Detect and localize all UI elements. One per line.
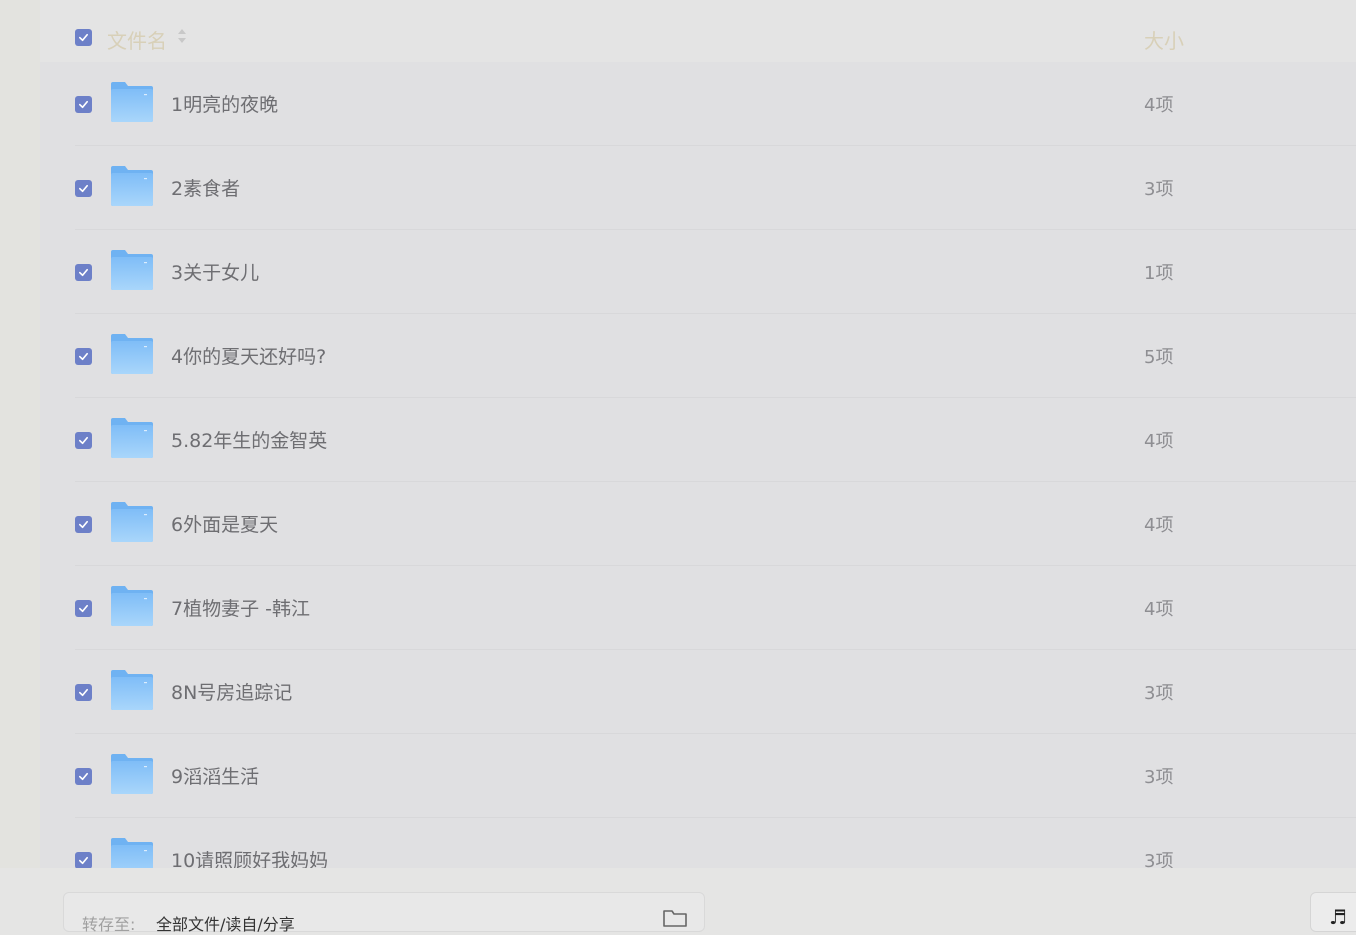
corner-action-button[interactable]: ♬ <box>1310 892 1356 932</box>
file-name[interactable]: 1明亮的夜晚 <box>171 90 278 117</box>
save-to-path[interactable]: 全部文件/读自/分享 <box>156 911 295 935</box>
file-size: 4项 <box>1144 515 1174 536</box>
folder-icon <box>111 334 153 374</box>
folder-outline-icon[interactable] <box>662 908 688 928</box>
row-checkbox[interactable] <box>75 516 92 533</box>
file-row[interactable]: 7植物妻子 -韩江 4项 <box>40 566 1356 650</box>
folder-icon <box>111 754 153 794</box>
file-row[interactable]: 10请照顾好我妈妈 3项 <box>40 818 1356 868</box>
file-row[interactable]: 5.82年生的金智英 4项 <box>40 398 1356 482</box>
check-icon <box>79 520 88 529</box>
folder-icon <box>111 502 153 542</box>
folder-icon <box>111 418 153 458</box>
column-header-name[interactable]: 文件名 <box>107 25 167 54</box>
file-row[interactable]: 8N号房追踪记 3项 <box>40 650 1356 734</box>
file-size: 1项 <box>1144 263 1174 284</box>
file-row[interactable]: 2素食者 3项 <box>40 146 1356 230</box>
check-icon <box>79 856 88 865</box>
row-checkbox[interactable] <box>75 684 92 701</box>
file-list-header: 文件名 大小 <box>40 0 1356 62</box>
folder-icon <box>111 838 153 868</box>
file-size: 5项 <box>1144 347 1174 368</box>
save-destination-bar[interactable]: 转存至: 全部文件/读自/分享 <box>63 892 705 935</box>
check-icon <box>79 688 88 697</box>
row-checkbox[interactable] <box>75 768 92 785</box>
file-name[interactable]: 9滔滔生活 <box>171 762 259 789</box>
row-checkbox[interactable] <box>75 852 92 868</box>
check-icon <box>79 604 88 613</box>
file-name[interactable]: 5.82年生的金智英 <box>171 426 327 453</box>
check-icon <box>79 33 88 42</box>
file-size: 3项 <box>1144 767 1174 788</box>
file-size: 4项 <box>1144 95 1174 116</box>
row-checkbox[interactable] <box>75 348 92 365</box>
check-icon <box>79 268 88 277</box>
row-checkbox[interactable] <box>75 180 92 197</box>
file-row[interactable]: 9滔滔生活 3项 <box>40 734 1356 818</box>
file-name[interactable]: 2素食者 <box>171 174 240 201</box>
folder-icon <box>111 586 153 626</box>
corner-action-icon: ♬ <box>1329 905 1347 929</box>
row-checkbox[interactable] <box>75 96 92 113</box>
folder-icon <box>111 166 153 206</box>
folder-icon <box>111 670 153 710</box>
row-checkbox[interactable] <box>75 264 92 281</box>
save-to-label: 转存至: <box>82 915 136 934</box>
file-size: 3项 <box>1144 851 1174 868</box>
file-list-panel: 文件名 大小 1明亮的夜晚 4项 2素食者 3项 3关于女儿 1项 4你的夏天还好吗? 5项 5… <box>40 0 1356 868</box>
check-icon <box>79 772 88 781</box>
check-icon <box>79 100 88 109</box>
file-row[interactable]: 4你的夏天还好吗? 5项 <box>40 314 1356 398</box>
row-checkbox[interactable] <box>75 600 92 617</box>
file-size: 3项 <box>1144 683 1174 704</box>
row-checkbox[interactable] <box>75 432 92 449</box>
check-icon <box>79 352 88 361</box>
folder-icon <box>111 250 153 290</box>
file-name[interactable]: 3关于女儿 <box>171 258 259 285</box>
file-name[interactable]: 10请照顾好我妈妈 <box>171 846 328 868</box>
column-header-size[interactable]: 大小 <box>1144 25 1184 54</box>
file-size: 4项 <box>1144 599 1174 620</box>
file-row[interactable]: 1明亮的夜晚 4项 <box>40 62 1356 146</box>
check-icon <box>79 436 88 445</box>
left-margin <box>0 0 40 868</box>
folder-icon <box>111 82 153 122</box>
file-size: 4项 <box>1144 431 1174 452</box>
file-name[interactable]: 7植物妻子 -韩江 <box>171 594 310 621</box>
sort-icon[interactable] <box>177 27 187 45</box>
file-size: 3项 <box>1144 179 1174 200</box>
file-row[interactable]: 3关于女儿 1项 <box>40 230 1356 314</box>
file-row[interactable]: 6外面是夏天 4项 <box>40 482 1356 566</box>
select-all-checkbox[interactable] <box>75 29 92 46</box>
file-name[interactable]: 8N号房追踪记 <box>171 678 292 705</box>
check-icon <box>79 184 88 193</box>
file-name[interactable]: 6外面是夏天 <box>171 510 278 537</box>
file-name[interactable]: 4你的夏天还好吗? <box>171 342 326 369</box>
